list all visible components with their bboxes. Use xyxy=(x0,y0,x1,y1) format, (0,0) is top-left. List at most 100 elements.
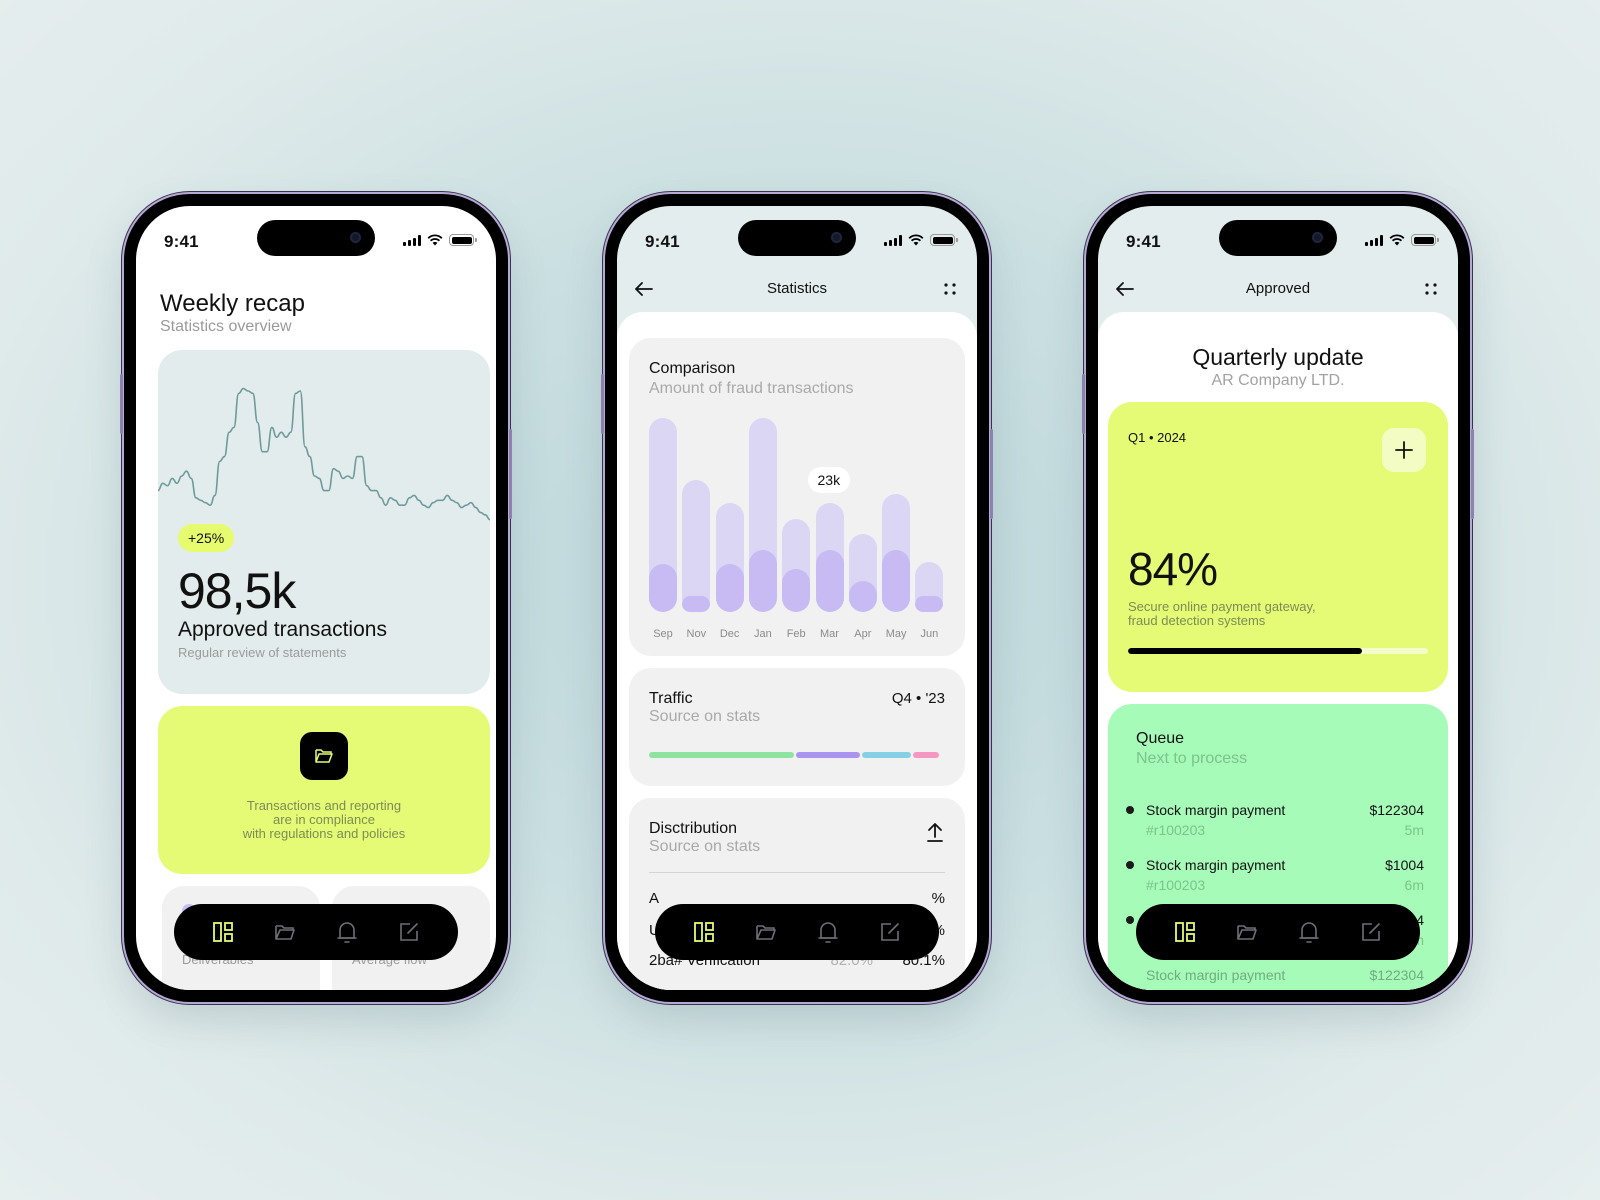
approved-sublabel: Regular review of statements xyxy=(178,645,347,660)
battery-icon xyxy=(449,234,477,246)
bar-fraud-jun xyxy=(915,596,944,612)
bar-total-nov[interactable] xyxy=(682,480,711,612)
x-tick-label: Jan xyxy=(754,628,772,640)
approval-percent: 84% xyxy=(1128,543,1218,595)
status-time: 9:41 xyxy=(1126,232,1161,251)
edit-icon xyxy=(881,923,899,941)
item-amount: $122304 xyxy=(1369,802,1424,818)
bar-total-dec[interactable] xyxy=(715,503,744,612)
description-line: fraud detection systems xyxy=(1128,613,1266,628)
nav-folder[interactable] xyxy=(268,915,302,949)
bar-total-mar[interactable] xyxy=(815,503,844,612)
folder-icon xyxy=(315,749,333,763)
add-button[interactable] xyxy=(1382,428,1426,472)
bottom-nav xyxy=(655,904,939,960)
nav-dashboard[interactable] xyxy=(1168,915,1202,949)
bullet xyxy=(1126,806,1134,814)
x-tick-label: Mar xyxy=(820,628,839,640)
traffic-subtitle: Source on stats xyxy=(649,708,761,725)
progress-fill xyxy=(1128,648,1362,654)
wifi-icon xyxy=(1389,234,1405,246)
camera-icon xyxy=(1312,232,1323,243)
screen: 9:41 Weekly recap Statistics overview +2… xyxy=(136,206,496,990)
plus-icon xyxy=(1395,441,1413,459)
bar-fraud-sep xyxy=(649,563,677,612)
header: Statistics xyxy=(617,266,977,316)
header: Approved xyxy=(1098,266,1458,316)
folder-button[interactable] xyxy=(300,732,348,780)
queue-item[interactable]: Stock margin payment #r100203 $1004 6m xyxy=(1124,857,1424,907)
nav-dashboard[interactable] xyxy=(206,915,240,949)
status-time: 9:41 xyxy=(164,232,199,251)
camera-icon xyxy=(831,232,842,243)
x-tick-label: Nov xyxy=(686,628,707,640)
comparison-title: Comparison xyxy=(649,360,736,377)
distribution-subtitle: Source on stats xyxy=(649,838,761,855)
page-subtitle: Statistics overview xyxy=(160,318,292,335)
phone-approved: 9:41 Approved Quarterly update AR Compan… xyxy=(1082,194,1474,1002)
nav-edit[interactable] xyxy=(1354,915,1388,949)
compliance-text: Transactions and reporting are in compli… xyxy=(158,799,490,841)
traffic-segment xyxy=(649,752,794,758)
comparison-card[interactable]: Comparison Amount of fraud transactions … xyxy=(629,338,965,656)
company-name: AR Company LTD. xyxy=(1211,372,1345,389)
nav-bell[interactable] xyxy=(1292,915,1326,949)
dashboard-icon xyxy=(694,922,714,942)
compliance-line: Transactions and reporting xyxy=(246,798,402,813)
quarterly-card[interactable]: Q1 • 2024 84% Secure online payment gate… xyxy=(1108,402,1448,692)
bar-total-jun[interactable] xyxy=(915,561,944,612)
fraud-bar-chart: 23k xyxy=(649,418,945,612)
dynamic-island xyxy=(738,220,856,256)
screen: 9:41 Statistics Comparison Amount of fra… xyxy=(617,206,977,990)
bar-fraud-may xyxy=(882,549,911,612)
upload-icon[interactable] xyxy=(923,820,947,844)
nav-bell[interactable] xyxy=(330,915,364,949)
nav-folder[interactable] xyxy=(1230,915,1264,949)
bullet xyxy=(1126,861,1134,869)
x-tick-label: Dec xyxy=(719,628,740,640)
bar-total-feb[interactable] xyxy=(782,518,811,612)
nav-folder[interactable] xyxy=(749,915,783,949)
screen: 9:41 Approved Quarterly update AR Compan… xyxy=(1098,206,1458,990)
dynamic-island xyxy=(257,220,375,256)
item-age: 6m xyxy=(1404,877,1424,893)
bar-fraud-nov xyxy=(682,596,711,612)
bar-total-jan[interactable] xyxy=(748,418,777,612)
approved-transactions-card[interactable]: +25% 98,5k Approved transactions Regular… xyxy=(158,350,490,694)
compliance-card[interactable]: Transactions and reporting are in compli… xyxy=(158,706,490,874)
distribution-card[interactable]: Disctribution Source on stats A % U % 2b… xyxy=(629,798,965,990)
system-icons xyxy=(1365,234,1439,246)
signal-icon xyxy=(1365,234,1383,246)
camera-icon xyxy=(350,232,361,243)
traffic-segment xyxy=(913,752,940,758)
nav-edit[interactable] xyxy=(392,915,426,949)
nav-edit[interactable] xyxy=(873,915,907,949)
queue-item[interactable]: Stock margin payment #r100203 $122304 5m xyxy=(1124,802,1424,852)
bar-fraud-jan xyxy=(748,549,777,612)
status-bar: 9:41 xyxy=(1098,206,1458,262)
more-options-icon[interactable] xyxy=(937,276,963,302)
bar-total-apr[interactable] xyxy=(848,534,877,612)
battery-icon xyxy=(1411,234,1439,246)
x-tick-label: May xyxy=(885,628,907,640)
page-title: Weekly recap xyxy=(160,290,305,317)
more-options-icon[interactable] xyxy=(1418,276,1444,302)
system-icons xyxy=(884,234,958,246)
nav-bell[interactable] xyxy=(811,915,845,949)
traffic-card[interactable]: Traffic Source on stats Q4 • '23 xyxy=(629,668,965,786)
bar-total-sep[interactable] xyxy=(649,418,677,612)
approved-label: Approved transactions xyxy=(178,618,387,641)
bar-fraud-dec xyxy=(715,563,744,612)
queue-item[interactable]: Stock margin payment $122304 xyxy=(1124,967,1424,990)
bottom-nav xyxy=(174,904,458,960)
distribution-title: Disctribution xyxy=(649,820,738,837)
nav-dashboard[interactable] xyxy=(687,915,721,949)
item-ref: #r100203 xyxy=(1146,877,1206,893)
bar-total-may[interactable] xyxy=(882,493,911,612)
content-sheet: Quarterly update AR Company LTD. Q1 • 20… xyxy=(1098,312,1458,990)
edit-icon xyxy=(400,923,418,941)
queue-subtitle: Next to process xyxy=(1136,750,1248,767)
x-tick-label: Jun xyxy=(920,628,939,640)
battery-icon xyxy=(930,234,958,246)
quarter-label: Q1 • 2024 xyxy=(1128,430,1187,445)
